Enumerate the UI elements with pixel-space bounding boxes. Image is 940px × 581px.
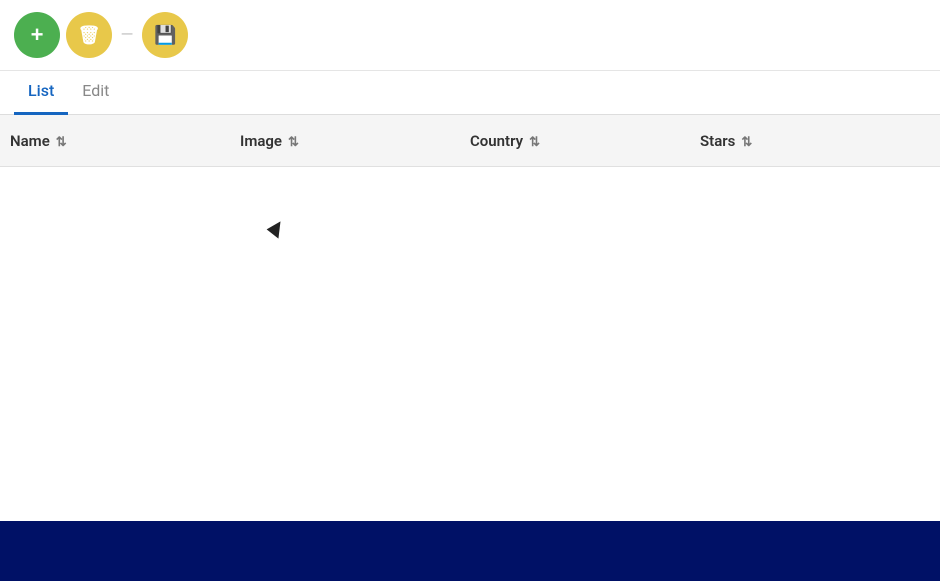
column-image-label: Image	[240, 132, 282, 150]
tabs-bar: List Edit	[0, 71, 940, 115]
column-name-label: Name	[10, 132, 50, 150]
add-button[interactable]: +	[14, 12, 60, 58]
table-header: Name Image Country Stars	[0, 115, 940, 167]
cursor-indicator	[267, 221, 286, 242]
column-header-name[interactable]: Name	[10, 132, 240, 150]
column-stars-label: Stars	[700, 132, 735, 150]
tab-list[interactable]: List	[14, 71, 68, 115]
sort-icon-stars[interactable]	[741, 132, 752, 150]
sort-icon-image[interactable]	[288, 132, 299, 150]
delete-icon: 🗑	[78, 25, 101, 46]
column-header-image[interactable]: Image	[240, 132, 470, 150]
save-icon: 💾	[154, 25, 176, 46]
delete-button[interactable]: 🗑	[66, 12, 112, 58]
column-header-stars[interactable]: Stars	[700, 132, 900, 150]
footer	[0, 521, 940, 581]
table-body	[0, 167, 940, 521]
table-area: Name Image Country Stars	[0, 115, 940, 521]
sort-icon-country[interactable]	[529, 132, 540, 150]
sort-icon-name[interactable]	[56, 132, 67, 150]
save-button[interactable]: 💾	[142, 12, 188, 58]
column-header-country[interactable]: Country	[470, 132, 700, 150]
add-icon: +	[31, 22, 44, 48]
column-country-label: Country	[470, 132, 523, 150]
tab-edit[interactable]: Edit	[68, 71, 123, 115]
separator: –	[120, 23, 134, 48]
toolbar: + 🗑 – 💾	[0, 0, 940, 71]
